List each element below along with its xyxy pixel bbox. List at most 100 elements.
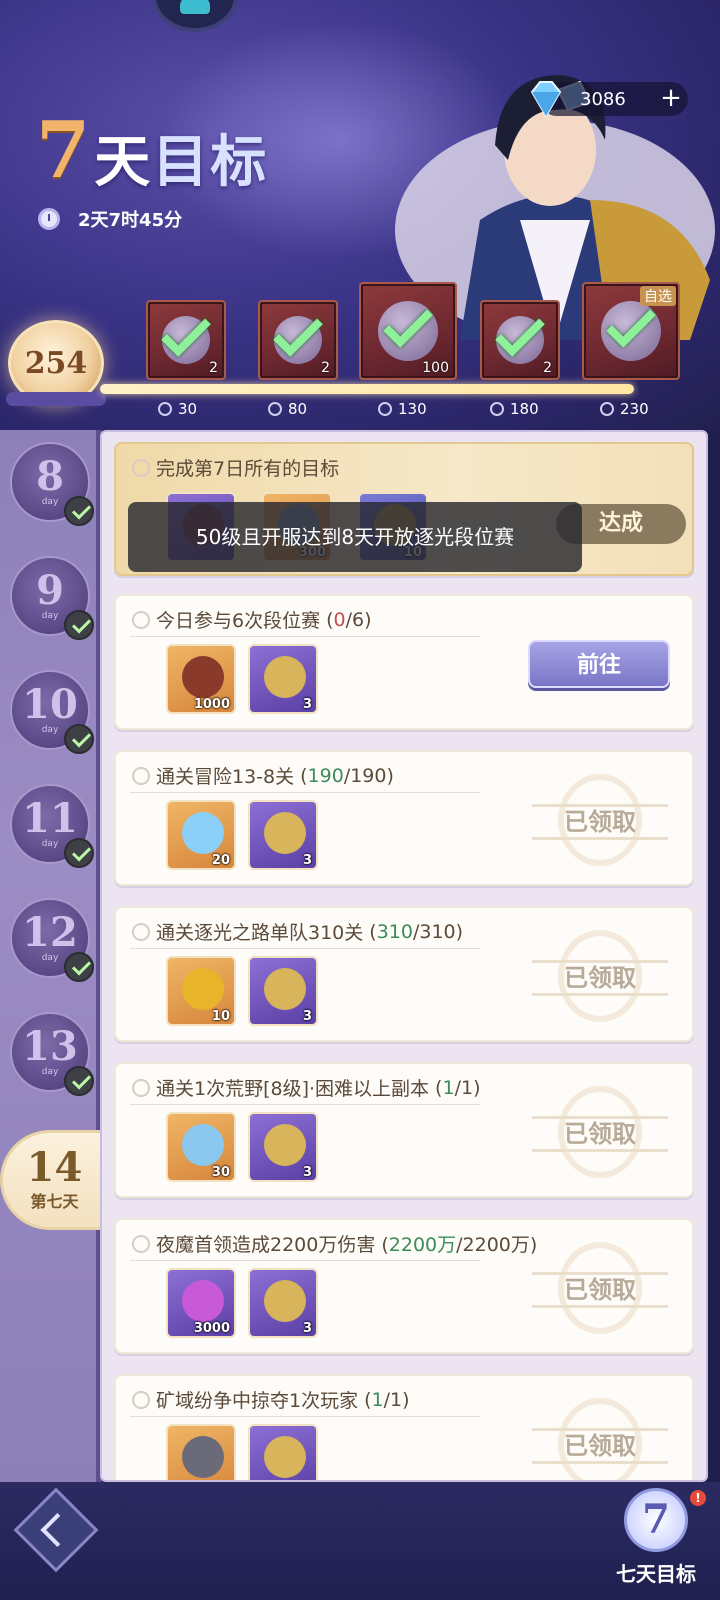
task-card: 今日参与6次段位赛 (0/6) 1000 3 前往 [114,594,694,730]
reward-item[interactable]: 3 [248,644,318,714]
claimed-stamp: 已领取 [532,1086,668,1182]
sword-emblem-icon [264,656,306,698]
reward-item[interactable]: 3 [248,1268,318,1338]
check-icon [64,496,94,526]
check-icon [64,838,94,868]
swirl-icon [132,610,150,629]
task-title: 今日参与6次段位赛 (0/6) [132,606,372,633]
progress-current: 1 [442,1076,455,1099]
threshold-value: 80 [288,400,308,418]
milestone-chest[interactable]: 自选 [582,282,680,380]
reward-item[interactable]: 1000 [166,644,236,714]
day-label: 第七天 [30,1192,79,1211]
milestone-threshold: 80 [268,400,307,418]
task-card: 通关逐光之路单队310关 (310/310) 10 3 已领取 [114,906,694,1042]
claimed-stamp: 已领取 [532,774,668,870]
progress-current: 310 [376,920,413,943]
day-tab-13[interactable]: 13 day [10,1012,94,1096]
score-ribbon [6,392,106,406]
sword-emblem-icon [264,1436,306,1478]
task-title-text: 夜魔首领造成2200万伤害 [156,1234,376,1256]
sword-emblem-icon [264,968,306,1010]
reward-item[interactable]: 3 [248,956,318,1026]
chest-qty: 2 [209,360,218,376]
divider [130,636,480,637]
go-button[interactable]: 前往 [528,640,670,688]
title-text-day: 天 [94,129,153,195]
task-card: 矿域纷争中掠夺1次玩家 (1/1) 已领取 [114,1374,694,1480]
divider [130,792,480,793]
currency-add-button[interactable]: + [656,84,686,114]
stamp-text: 已领取 [564,807,636,836]
claimed-stamp: 已领取 [532,930,668,1026]
helmet-icon [182,656,224,698]
optional-tag: 自选 [640,286,676,306]
point-icon [490,402,504,416]
progress-total: 1 [460,1076,474,1099]
reward-count: 3 [302,1321,312,1336]
reward-item[interactable] [166,1424,236,1480]
stamp-text: 已领取 [564,1119,636,1148]
seven-emblem-icon: 7 [624,1488,688,1552]
stamp-text: 已领取 [564,1431,636,1460]
milestone-chest[interactable]: 100 [359,282,457,380]
task-list-panel[interactable]: 完成第7日所有的目标 300 10 达成 今日参与6次段位赛 (0/6) 100… [100,430,708,1482]
progress-total: 310 [419,920,456,943]
progress-current: 0 [333,608,346,631]
day-tab-12[interactable]: 12 day [10,898,94,982]
claimed-stamp: 已领取 [532,1242,668,1338]
countdown-timer: 2天7时45分 [38,206,182,232]
reward-count: 3 [302,697,312,712]
task-title: 矿域纷争中掠夺1次玩家 (1/1) [132,1386,410,1413]
progress-current: 1 [371,1388,384,1411]
stamp-text: 已领取 [564,1275,636,1304]
threshold-value: 230 [620,400,649,418]
task-progress: (310/310) [369,920,464,943]
diamond-icon [530,81,562,118]
milestone-threshold: 30 [158,400,197,418]
reward-count: 3 [302,853,312,868]
chest-qty: 2 [321,360,330,376]
task-progress: (0/6) [326,608,372,631]
reward-item[interactable]: 30 [166,1112,236,1182]
day-tab-11[interactable]: 11 day [10,784,94,868]
progress-total: 1 [390,1388,403,1411]
reward-item[interactable]: 10 [166,956,236,1026]
task-card: 通关1次荒野[8级]·困难以上副本 (1/1) 30 3 已领取 [114,1062,694,1198]
milestone-chest[interactable]: 2 [146,300,226,380]
reward-count: 1000 [193,697,230,712]
point-icon [600,402,614,416]
day-label: day [41,1067,59,1077]
threshold-value: 30 [178,400,198,418]
task-progress: (2200万/2200万) [381,1234,538,1256]
stopwatch-icon [38,208,60,230]
check-icon [64,1066,94,1096]
reward-item[interactable]: 20 [166,800,236,870]
reward-item[interactable] [248,1424,318,1480]
check-icon [64,610,94,640]
day-label: day [41,839,59,849]
toast-message: 50级且开服达到8天开放逐光段位赛 [128,502,582,572]
reward-count: 3 [302,1009,312,1024]
task-title: 夜魔首领造成2200万伤害 (2200万/2200万) [132,1230,537,1257]
point-icon [158,402,172,416]
milestone-chest[interactable]: 2 [258,300,338,380]
task-card: 夜魔首领造成2200万伤害 (2200万/2200万) 3000 3 已领取 [114,1218,694,1354]
countdown-text: 2天7时45分 [78,210,183,231]
day-tab-9[interactable]: 9 day [10,556,94,640]
day-tab-10[interactable]: 10 day [10,670,94,754]
title-number: 7 [36,105,91,196]
reward-item[interactable]: 3 [248,1112,318,1182]
day-label: day [41,497,59,507]
reward-item[interactable]: 3000 [166,1268,236,1338]
swirl-icon [132,458,150,477]
point-icon [268,402,282,416]
progress-total: 190 [350,764,387,787]
reward-item[interactable]: 3 [248,800,318,870]
day-tab-8[interactable]: 8 day [10,442,94,526]
stamp-text: 已领取 [564,963,636,992]
day-tab-14[interactable]: 14 第七天 [0,1130,106,1230]
milestone-chest[interactable]: 2 [480,300,560,380]
milestone-progress-bar [100,384,634,394]
progress-current: 2200万 [388,1234,457,1256]
